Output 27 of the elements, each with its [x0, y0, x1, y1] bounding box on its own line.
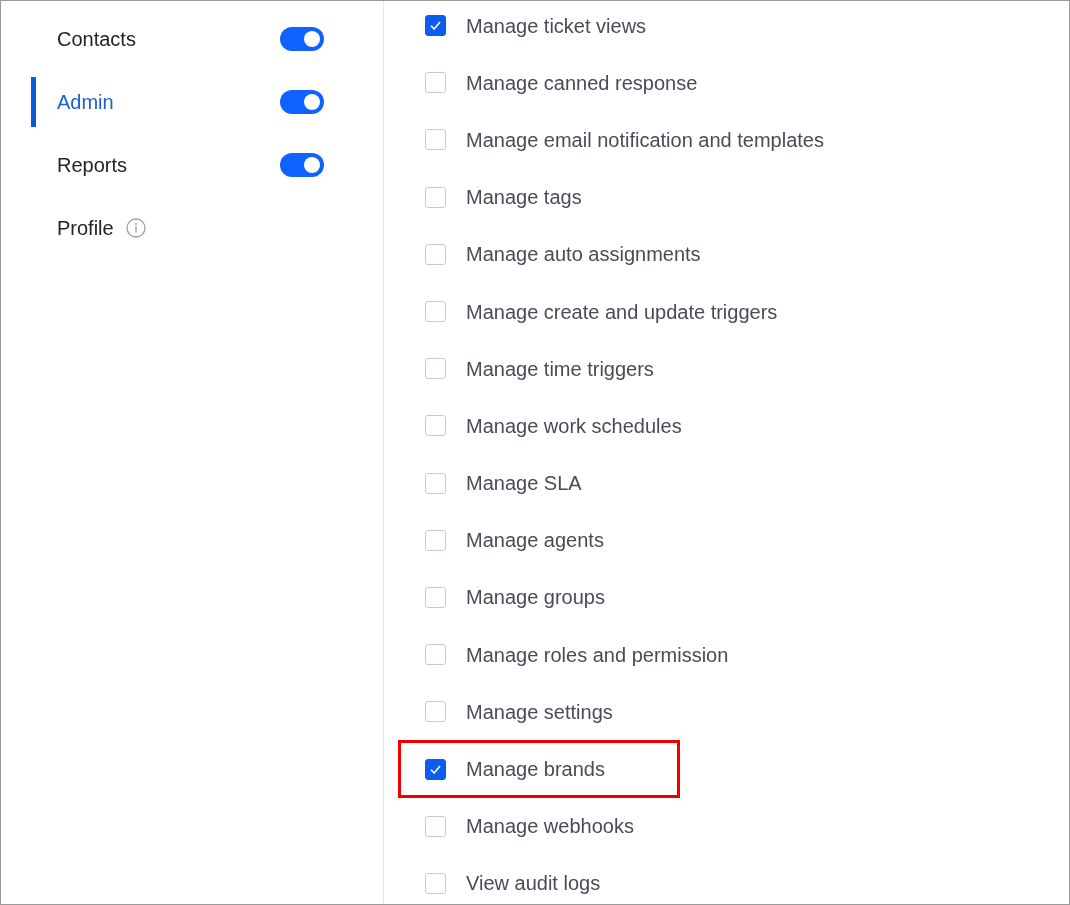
sidebar-item[interactable]: Admin — [57, 86, 114, 117]
checkbox-label: Manage webhooks — [466, 814, 634, 840]
checkbox-label: Manage roles and permission — [466, 642, 729, 668]
checkbox-label: Manage agents — [466, 528, 604, 554]
checkbox-label: Manage groups — [466, 585, 605, 611]
checkbox-label: Manage settings — [466, 699, 613, 725]
toggle-switch[interactable] — [280, 89, 324, 114]
info-icon[interactable] — [125, 217, 146, 238]
checkbox-label: Manage time triggers — [466, 356, 654, 382]
sidebar-item[interactable]: Profile — [57, 212, 114, 243]
checkbox-label: Manage brands — [466, 757, 605, 783]
checkbox-label: Manage tags — [466, 185, 582, 211]
checkbox-label: View audit logs — [466, 871, 601, 897]
toggle-switch[interactable] — [280, 26, 324, 51]
checkbox-label: Manage auto assignments — [466, 242, 701, 268]
checkbox-label: Manage work schedules — [466, 413, 682, 439]
checkbox-label: Manage ticket views — [466, 13, 647, 39]
checkbox-label: Manage email notification and templates — [466, 127, 824, 153]
checkbox[interactable] — [425, 758, 446, 780]
checkbox-label: Manage create and update triggers — [466, 299, 778, 325]
checkbox-label: Manage SLA — [466, 471, 582, 497]
sidebar-item[interactable]: Contacts — [57, 23, 136, 54]
sidebar-item[interactable]: Reports — [57, 149, 128, 180]
checkbox[interactable] — [425, 15, 446, 37]
check-icon — [429, 19, 442, 33]
toggle-switch[interactable] — [280, 152, 324, 177]
checkbox-label: Manage canned response — [466, 70, 698, 96]
